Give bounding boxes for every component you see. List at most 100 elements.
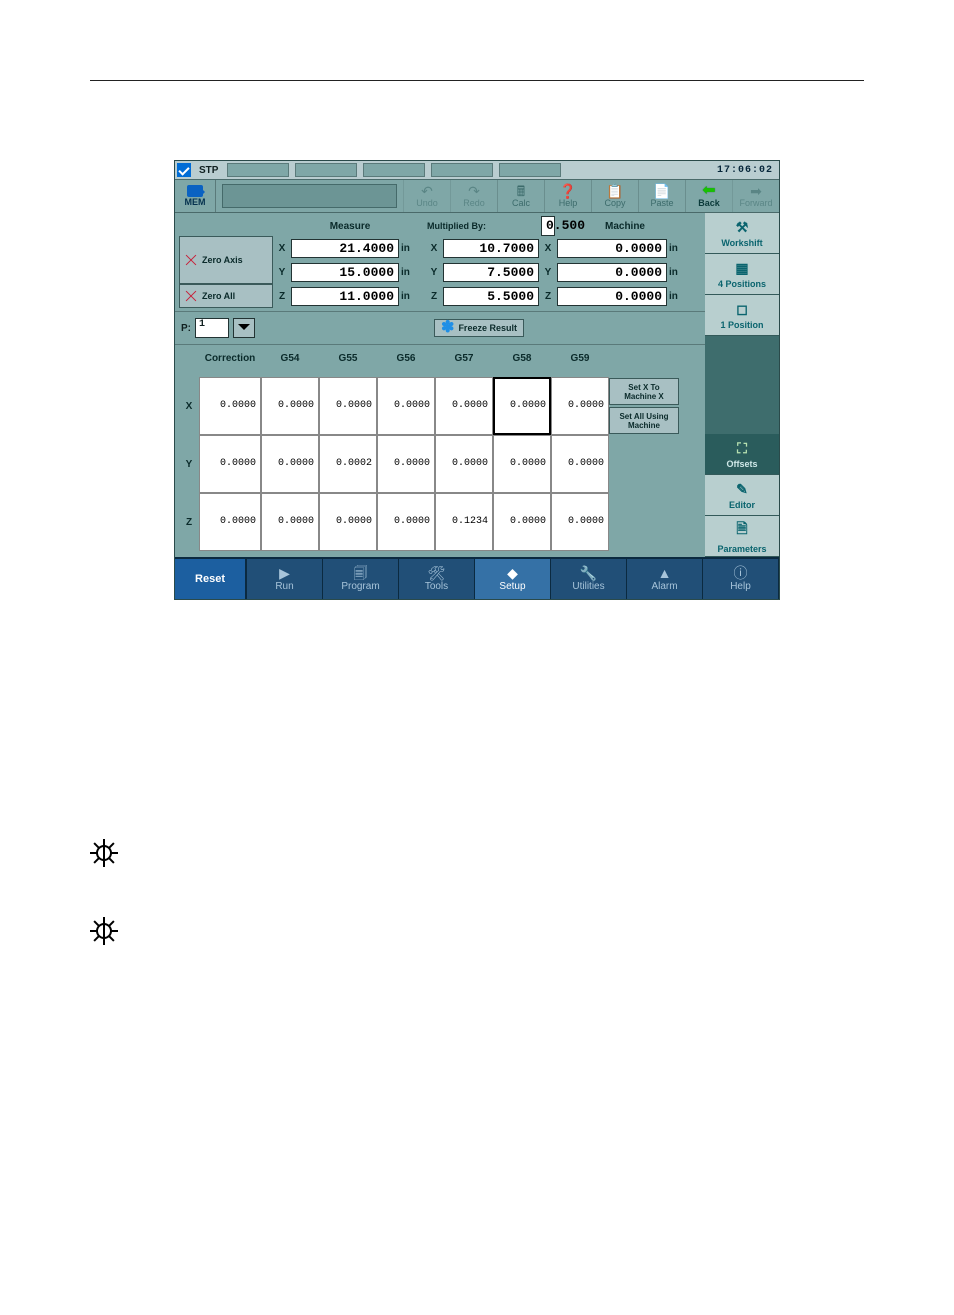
zero-all-button[interactable]: Zero All (179, 284, 273, 308)
unit-label: in (669, 243, 693, 254)
offset-cell[interactable]: 0.0000 (199, 377, 261, 435)
freeze-result-button[interactable]: ✽ Freeze Result (434, 319, 524, 337)
mem-arrow-icon (187, 185, 203, 197)
copy-button[interactable]: 📋 Copy (591, 180, 638, 212)
p-dropdown-button[interactable] (233, 318, 255, 338)
measure-x[interactable]: 21.4000 (291, 239, 399, 258)
offset-cell[interactable]: 0.0000 (261, 377, 319, 435)
status-slot (499, 163, 561, 177)
redo-icon: ↷ (468, 184, 480, 198)
bottom-nav-program[interactable]: 🗐Program (323, 559, 399, 599)
bottom-nav-tools[interactable]: 🛠Tools (399, 559, 475, 599)
clock: 17:06:02 (711, 165, 779, 176)
p-input[interactable]: 1 (195, 318, 229, 338)
unit-label: in (669, 267, 693, 278)
offset-cell[interactable]: 0.1234 (435, 493, 493, 551)
four-positions-tab[interactable]: ▦ 4 Positions (705, 254, 779, 295)
set-x-to-machine-x-button[interactable]: Set X To Machine X (609, 378, 679, 405)
bottom-nav-run[interactable]: ▶Run (247, 559, 323, 599)
machine-z: 0.0000 (557, 287, 667, 306)
alarm-icon: ▲ (658, 566, 672, 580)
machine-y: 0.0000 (557, 263, 667, 282)
offset-cell[interactable]: 0.0000 (199, 435, 261, 493)
bottom-nav-utilities[interactable]: 🔧Utilities (551, 559, 627, 599)
parameters-tab[interactable]: 🗎 Parameters (705, 516, 779, 557)
offset-cell[interactable]: 0.0000 (319, 377, 377, 435)
offset-cell[interactable]: 0.0000 (377, 493, 435, 551)
context-help-button[interactable]: ❓ Help (544, 180, 591, 212)
status-spacer (292, 163, 711, 177)
editor-tab[interactable]: ✎ Editor (705, 475, 779, 516)
back-button[interactable]: ⬅ Back (685, 180, 732, 212)
crosshair-icon (90, 839, 118, 867)
offset-cell[interactable]: 0.0000 (493, 377, 551, 435)
status-slot (431, 163, 493, 177)
col-correction: Correction (199, 353, 261, 364)
calc-button[interactable]: 🖩 Calc (497, 180, 544, 212)
offset-cell[interactable]: 0.0000 (493, 435, 551, 493)
program-icon: 🗐 (354, 566, 368, 580)
offsets-tab[interactable]: ⛶ Offsets (705, 434, 779, 475)
offset-cell[interactable]: 0.0000 (261, 435, 319, 493)
measure-y[interactable]: 15.0000 (291, 263, 399, 282)
offsets-row-axis: Z (179, 517, 199, 528)
unit-label: in (401, 243, 425, 254)
bottom-nav-help[interactable]: ⓘHelp (703, 559, 779, 599)
offset-cell[interactable]: 0.0000 (435, 377, 493, 435)
chevron-down-icon (238, 324, 250, 336)
snowflake-icon: ✽ (441, 321, 454, 335)
status-slot (295, 163, 357, 177)
unit-label: in (401, 267, 425, 278)
back-arrow-icon: ⬅ (702, 184, 715, 198)
offset-cell[interactable]: 0.0002 (319, 435, 377, 493)
undo-icon: ↶ (421, 184, 433, 198)
zero-axis-button[interactable]: Zero Axis (179, 236, 273, 284)
paste-icon: 📄 (653, 184, 670, 198)
bottom-nav-setup[interactable]: ◆Setup (475, 559, 551, 599)
offset-cell[interactable]: 0.0000 (377, 435, 435, 493)
undo-button[interactable]: ↶ Undo (403, 180, 450, 212)
offset-cell[interactable]: 0.0000 (551, 435, 609, 493)
offset-cell[interactable]: 0.0000 (199, 493, 261, 551)
offset-cell[interactable]: 0.0000 (551, 377, 609, 435)
unit-label: in (669, 291, 693, 302)
offset-cell[interactable]: 0.0000 (551, 493, 609, 551)
status-bar: STP 17:06:02 (175, 161, 779, 180)
axis-label: Y (275, 267, 289, 278)
crosshair-icon (184, 253, 198, 267)
offset-cell[interactable]: 0.0000 (493, 493, 551, 551)
status-slot (363, 163, 425, 177)
forward-button[interactable]: ➡ Forward (732, 180, 779, 212)
main-area: Measure Multiplied By: 0.500 Machine Zer… (175, 213, 779, 557)
p-label: P: (181, 323, 191, 334)
offset-cell[interactable]: 0.0000 (435, 435, 493, 493)
editor-icon: ✎ (736, 481, 748, 498)
offset-cell[interactable]: 0.0000 (377, 377, 435, 435)
tools-icon: 🛠 (428, 566, 446, 580)
set-all-using-machine-button[interactable]: Set All Using Machine (609, 407, 679, 434)
offsets-row-axis: X (179, 401, 199, 412)
page-rule (90, 80, 864, 81)
col-g59: G59 (551, 353, 609, 364)
offset-cell[interactable]: 0.0000 (261, 493, 319, 551)
bottom-nav-alarm[interactable]: ▲Alarm (627, 559, 703, 599)
pointer-help-icon: ❓ (559, 184, 576, 198)
offset-cell[interactable]: 0.0000 (319, 493, 377, 551)
multiplier-value[interactable]: 0.500 (541, 216, 555, 236)
axis-label: Y (427, 267, 441, 278)
bottom-nav: Reset ▶Run🗐Program🛠Tools◆Setup🔧Utilities… (175, 557, 779, 599)
workshift-icon: ⚒ (736, 219, 749, 236)
reset-button[interactable]: Reset (175, 559, 247, 599)
axis-label: Z (275, 291, 289, 302)
measure-z[interactable]: 11.0000 (291, 287, 399, 306)
offsets-side-actions: Set X To Machine XSet All Using Machine (609, 378, 679, 434)
redo-button[interactable]: ↷ Redo (450, 180, 497, 212)
multiplied-z: 5.5000 (443, 287, 539, 306)
status-slot (227, 163, 289, 177)
workshift-tab[interactable]: ⚒ Workshift (705, 213, 779, 254)
utilities-icon: 🔧 (580, 566, 597, 580)
paste-button[interactable]: 📄 Paste (638, 180, 685, 212)
one-position-tab[interactable]: ◻ 1 Position (705, 295, 779, 336)
calculator-icon: 🖩 (517, 184, 525, 198)
help-icon: ⓘ (734, 566, 748, 580)
